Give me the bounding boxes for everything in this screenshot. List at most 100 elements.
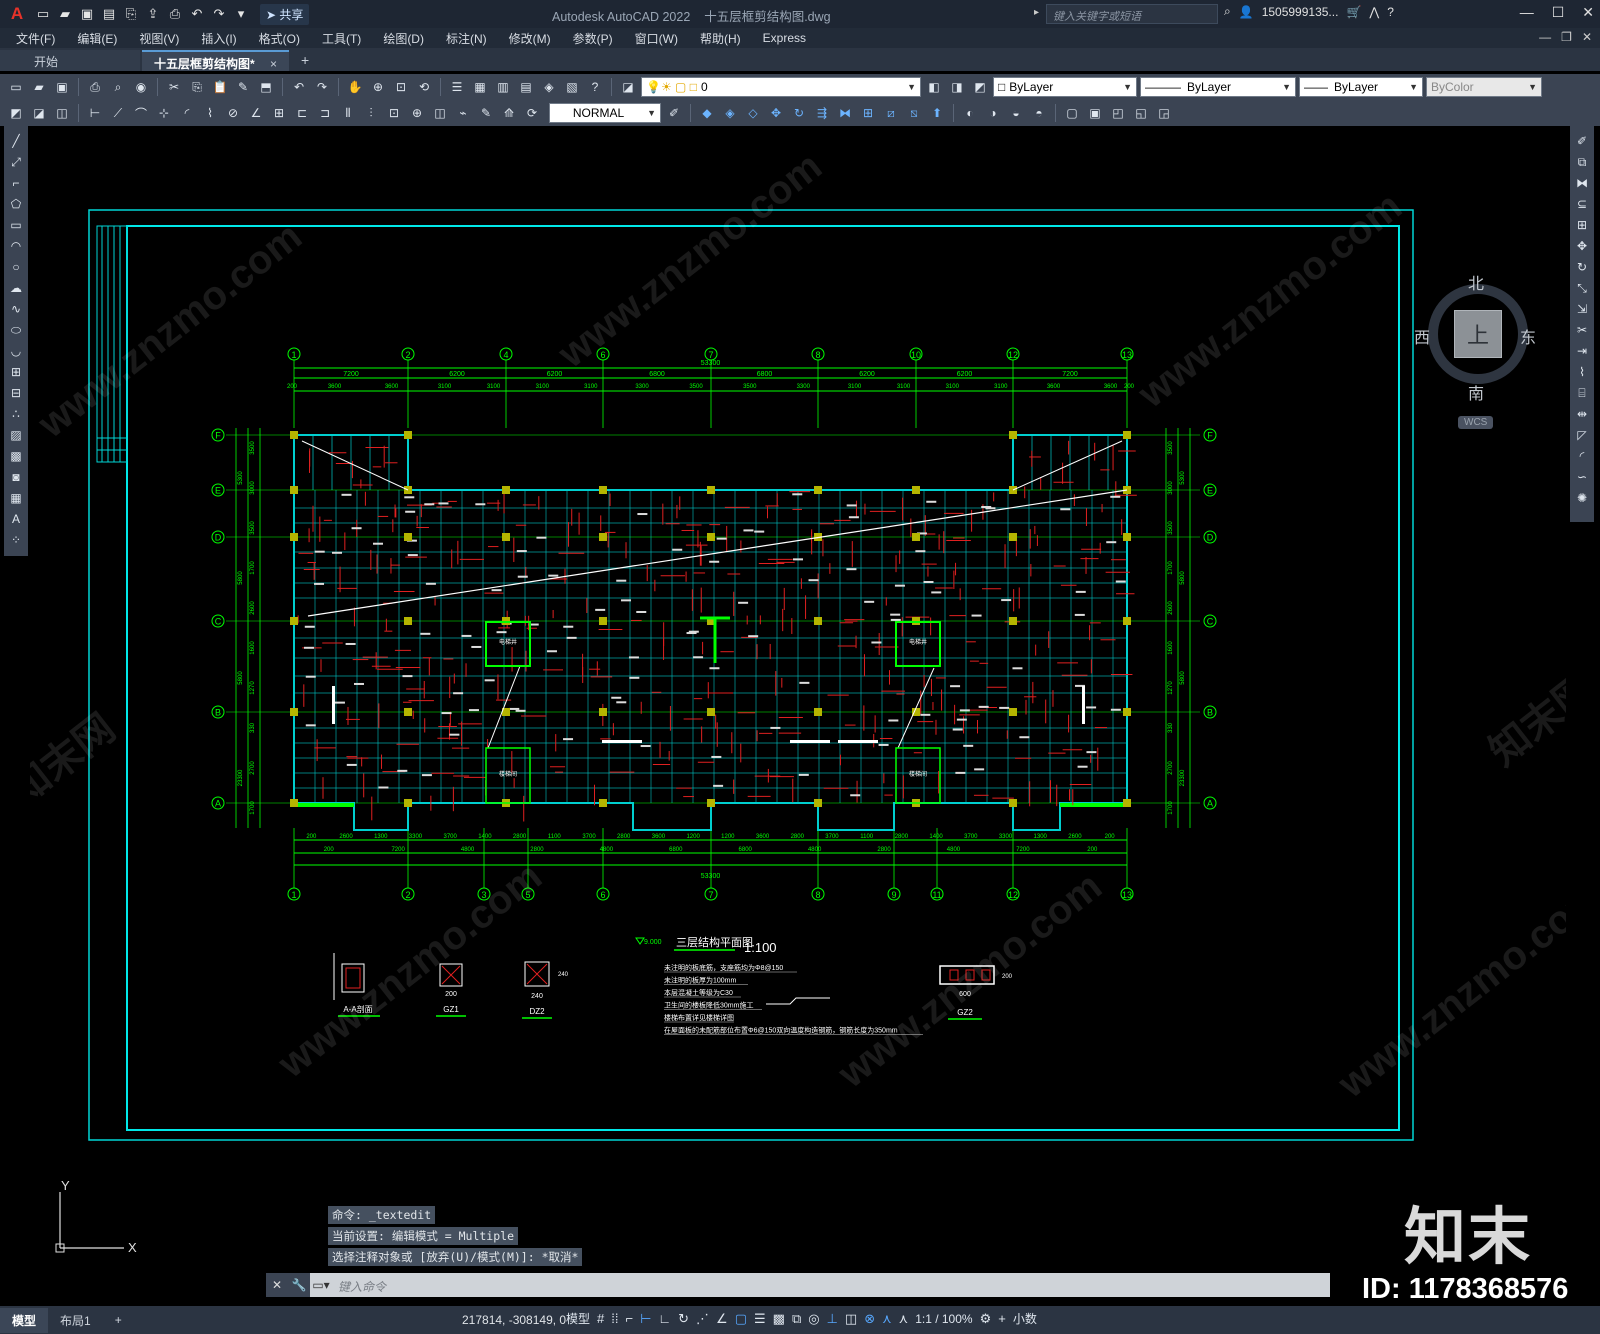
construction-line-icon[interactable]: ⤢ bbox=[7, 153, 25, 171]
section-plane-icon[interactable]: ⧅ bbox=[904, 103, 924, 123]
doc-minimize-icon[interactable]: — bbox=[1539, 30, 1551, 44]
recent-commands-icon[interactable]: ▭▾ bbox=[310, 1273, 332, 1297]
match-properties-icon[interactable]: ✎ bbox=[233, 77, 253, 97]
dim-ordinate-icon[interactable]: ⊹ bbox=[154, 103, 174, 123]
lineweight-dropdown[interactable]: —— ByLayer ▼ bbox=[1299, 77, 1423, 97]
dim-continue-icon[interactable]: ⊐ bbox=[315, 103, 335, 123]
break-at-point-icon[interactable]: ⌇ bbox=[1573, 363, 1591, 381]
revision-cloud-icon[interactable]: ☁ bbox=[7, 279, 25, 297]
layer-dropdown[interactable]: 💡☀ ▢ □ 0 ▼ bbox=[641, 77, 921, 97]
quickcalc-icon[interactable]: ▧ bbox=[562, 77, 582, 97]
tab-active-drawing[interactable]: 十五层框剪结构图* × bbox=[142, 50, 290, 71]
offset-icon[interactable]: ⊆ bbox=[1573, 195, 1591, 213]
array-icon[interactable]: ⊞ bbox=[1573, 216, 1591, 234]
save-as-icon[interactable]: ▤ bbox=[100, 5, 118, 23]
tool-palettes-icon[interactable]: ▥ bbox=[493, 77, 513, 97]
dim-arc-icon[interactable]: ⌒ bbox=[131, 103, 151, 123]
properties-icon[interactable]: ☰ bbox=[447, 77, 467, 97]
units-dropdown[interactable]: 小数 bbox=[1013, 1310, 1037, 1327]
share-button[interactable]: ➤ 共享 bbox=[260, 3, 310, 25]
model-space-canvas[interactable]: 53300 7200 6200 6200 6800 6800 6200 6200 7200 200… bbox=[30, 128, 1566, 1268]
menu-modify[interactable]: 修改(M) bbox=[509, 30, 551, 47]
redo-icon[interactable]: ↷ bbox=[210, 5, 228, 23]
selection-filter-icon[interactable]: ◫ bbox=[845, 1311, 857, 1327]
command-customize-icon[interactable]: 🔧 bbox=[288, 1273, 310, 1297]
minimize-icon[interactable]: — bbox=[1520, 4, 1534, 21]
dim-aligned-icon[interactable]: ⟋ bbox=[108, 103, 128, 123]
scale-icon[interactable]: ⤡ bbox=[1573, 279, 1591, 297]
lineweight-icon[interactable]: ☰ bbox=[754, 1311, 766, 1327]
open-file-icon[interactable]: ▰ bbox=[56, 5, 74, 23]
menu-view[interactable]: 视图(V) bbox=[139, 30, 179, 47]
layer-properties-icon[interactable]: ◪ bbox=[618, 77, 638, 97]
3d-move-icon[interactable]: ✥ bbox=[766, 103, 786, 123]
plotstyle-dropdown[interactable]: ByColor ▼ bbox=[1426, 77, 1542, 97]
visual-style-icon[interactable]: ◐ bbox=[960, 103, 980, 123]
workspace-gear-icon[interactable]: ⚙ bbox=[980, 1311, 992, 1327]
annotation-scale[interactable]: 1:1 / 100% bbox=[915, 1312, 972, 1326]
new-tab-button[interactable]: + bbox=[291, 49, 319, 71]
3d-union-icon[interactable]: ◈ bbox=[720, 103, 740, 123]
add-selected-icon[interactable]: ⁘ bbox=[7, 531, 25, 549]
redo-icon[interactable]: ↷ bbox=[312, 77, 332, 97]
print-icon[interactable]: ⎙ bbox=[166, 5, 184, 23]
join-icon[interactable]: ⇹ bbox=[1573, 405, 1591, 423]
plot-icon[interactable]: ⎙ bbox=[85, 77, 105, 97]
extrude-icon[interactable]: ⬆ bbox=[927, 103, 947, 123]
publish-icon[interactable]: ◉ bbox=[131, 77, 151, 97]
cut-icon[interactable]: ✂ bbox=[164, 77, 184, 97]
dim-edit-icon[interactable]: ✎ bbox=[476, 103, 496, 123]
tab-start[interactable]: 开始 bbox=[0, 50, 140, 71]
customize-dropdown-icon[interactable]: ▾ bbox=[232, 5, 250, 23]
markup-icon[interactable]: ◈ bbox=[539, 77, 559, 97]
3d-array-icon[interactable]: ⊞ bbox=[858, 103, 878, 123]
wcs-menu[interactable]: WCS bbox=[1458, 416, 1494, 429]
polygon-icon[interactable]: ⬠ bbox=[7, 195, 25, 213]
make-current-icon[interactable]: ◧ bbox=[924, 77, 944, 97]
block-editor-icon[interactable]: ⬒ bbox=[256, 77, 276, 97]
menu-express[interactable]: Express bbox=[763, 31, 806, 45]
view-front-icon[interactable]: ▢ bbox=[1062, 103, 1082, 123]
polar-icon[interactable]: ↻ bbox=[678, 1311, 689, 1327]
sheet-set-icon[interactable]: ▤ bbox=[516, 77, 536, 97]
dim-style-manager-icon[interactable]: ✐ bbox=[664, 103, 684, 123]
extend-icon[interactable]: ⇥ bbox=[1573, 342, 1591, 360]
help-icon[interactable]: ? bbox=[1387, 5, 1394, 19]
open-icon[interactable]: ▰ bbox=[29, 77, 49, 97]
compass-north[interactable]: 北 bbox=[1468, 270, 1484, 294]
dim-space-icon[interactable]: ⫴ bbox=[338, 103, 358, 123]
ellipse-arc-icon[interactable]: ◡ bbox=[7, 342, 25, 360]
menu-insert[interactable]: 插入(I) bbox=[201, 30, 236, 47]
transparency-icon[interactable]: ▩ bbox=[773, 1311, 785, 1327]
zoom-realtime-icon[interactable]: ⊕ bbox=[368, 77, 388, 97]
lights-icon[interactable]: ◓ bbox=[1029, 103, 1049, 123]
paste-icon[interactable]: 📋 bbox=[210, 77, 230, 97]
gizmo-icon[interactable]: ⊗ bbox=[864, 1311, 875, 1327]
dimstyle-dropdown[interactable]: NORMAL ▼ bbox=[549, 103, 661, 123]
chamfer-icon[interactable]: ◸ bbox=[1573, 426, 1591, 444]
render-icon[interactable]: ◑ bbox=[983, 103, 1003, 123]
multiline-text-icon[interactable]: A bbox=[7, 510, 25, 528]
table-icon[interactable]: ▦ bbox=[7, 489, 25, 507]
ellipse-icon[interactable]: ⬭ bbox=[7, 321, 25, 339]
3d-box-icon[interactable]: ◆ bbox=[697, 103, 717, 123]
export-icon[interactable]: ⇪ bbox=[144, 5, 162, 23]
auto-scale-icon[interactable]: ⋏ bbox=[899, 1311, 909, 1327]
help-icon[interactable]: ? bbox=[585, 77, 605, 97]
rectangle-icon[interactable]: ▭ bbox=[7, 216, 25, 234]
dim-radius-icon[interactable]: ◜ bbox=[177, 103, 197, 123]
snap-icon[interactable]: ⁞⁞ bbox=[611, 1311, 618, 1326]
menu-help[interactable]: 帮助(H) bbox=[700, 30, 741, 47]
autocad-logo-icon[interactable]: A bbox=[0, 0, 34, 28]
3d-subtract-icon[interactable]: ◇ bbox=[743, 103, 763, 123]
menu-parametric[interactable]: 参数(P) bbox=[573, 30, 613, 47]
3d-mirror-icon[interactable]: ⧓ bbox=[835, 103, 855, 123]
maximize-icon[interactable]: ☐ bbox=[1552, 4, 1565, 21]
search-expand-icon[interactable]: ▸ bbox=[1034, 7, 1039, 18]
rotate-icon[interactable]: ↻ bbox=[1573, 258, 1591, 276]
copy-object-icon[interactable]: ⧉ bbox=[1573, 153, 1591, 171]
layer-iso-icon[interactable]: ◫ bbox=[52, 103, 72, 123]
ortho-icon[interactable]: ∟ bbox=[658, 1311, 671, 1326]
save-icon[interactable]: ▣ bbox=[52, 77, 72, 97]
spline-icon[interactable]: ∿ bbox=[7, 300, 25, 318]
